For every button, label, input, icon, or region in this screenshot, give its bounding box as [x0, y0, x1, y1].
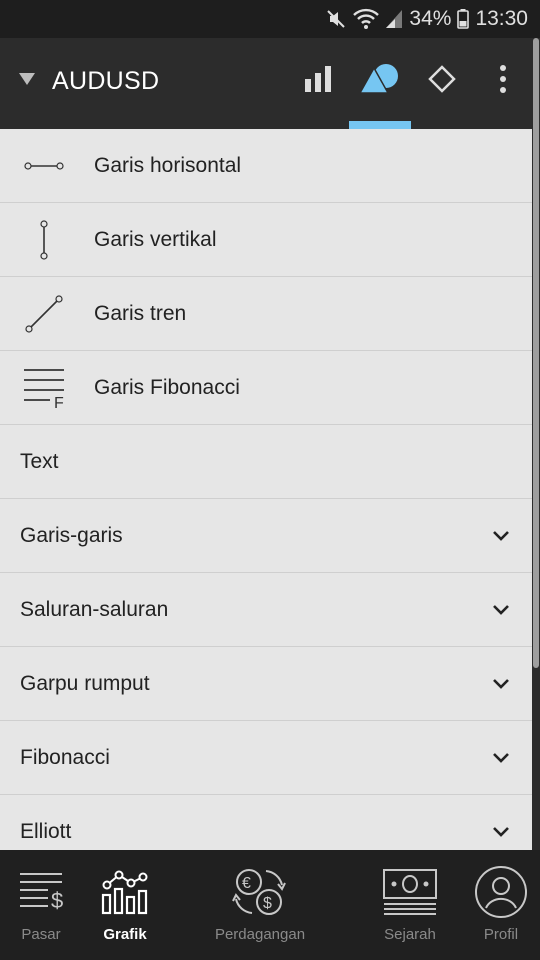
chevron-down-icon — [492, 499, 510, 573]
tool-label: Garis tren — [94, 301, 187, 325]
indicators-button[interactable] — [296, 38, 340, 124]
trade-exchange-icon: € $ — [232, 864, 288, 920]
nav-quotes[interactable]: $ Pasar — [10, 850, 72, 960]
section-label: Garis-garis — [20, 523, 123, 547]
section-label: Elliott — [20, 819, 72, 843]
nav-label: Perdagangan — [214, 926, 306, 943]
section-fibonacci[interactable]: Fibonacci — [0, 721, 532, 795]
horizontal-line-icon — [20, 129, 68, 203]
symbol-label: AUDUSD — [52, 66, 160, 95]
clock-time: 13:30 — [475, 7, 528, 30]
status-bar: 34% 13:30 — [0, 0, 540, 38]
section-lines[interactable]: Garis-garis — [0, 499, 532, 573]
text-item[interactable]: Text — [0, 425, 532, 499]
nav-label: Grafik — [103, 926, 147, 943]
diamond-icon — [428, 64, 456, 98]
svg-text:$: $ — [51, 888, 63, 913]
nav-label: Profil — [483, 926, 519, 943]
svg-text:$: $ — [263, 895, 272, 912]
battery-icon — [457, 9, 470, 29]
nav-label: Pasar — [21, 926, 61, 943]
bottom-navigation: $ Pasar Grafik € $ Perdagangan Sejarah Pr… — [0, 850, 540, 960]
shapes-icon — [358, 63, 401, 99]
text-label: Text — [20, 449, 59, 473]
quotes-icon: $ — [18, 864, 64, 920]
section-pitchfork[interactable]: Garpu rumput — [0, 647, 532, 721]
section-elliott[interactable]: Elliott — [0, 795, 532, 850]
chevron-down-icon — [492, 573, 510, 647]
section-label: Garpu rumput — [20, 671, 150, 695]
tool-vertical-line[interactable]: Garis vertikal — [0, 203, 532, 277]
more-vertical-icon — [499, 64, 507, 99]
tool-fibonacci-lines[interactable]: F Garis Fibonacci — [0, 351, 532, 425]
tool-horizontal-line[interactable]: Garis horisontal — [0, 129, 532, 203]
history-banknote-icon — [382, 864, 438, 920]
trade-objects-button[interactable] — [420, 38, 464, 124]
svg-text:F: F — [54, 395, 64, 410]
tool-label: Garis Fibonacci — [94, 375, 240, 399]
symbol-selector[interactable]: AUDUSD — [18, 38, 159, 124]
signal-icon — [385, 9, 403, 29]
section-label: Fibonacci — [20, 745, 110, 769]
section-label: Saluran-saluran — [20, 597, 169, 621]
profile-icon — [474, 864, 528, 920]
objects-tab[interactable] — [350, 38, 410, 124]
tool-label: Garis vertikal — [94, 227, 217, 251]
section-channels[interactable]: Saluran-saluran — [0, 573, 532, 647]
active-tab-indicator — [349, 121, 411, 129]
wifi-icon — [353, 8, 380, 30]
nav-chart[interactable]: Grafik — [94, 850, 156, 960]
chevron-down-icon — [492, 647, 510, 721]
bar-chart-icon — [304, 65, 332, 98]
mute-icon — [325, 8, 347, 30]
objects-list: Garis horisontal Garis vertikal Garis tr… — [0, 129, 532, 850]
nav-profile[interactable]: Profil — [472, 850, 530, 960]
trend-line-icon — [20, 277, 68, 351]
nav-history[interactable]: Sejarah — [374, 850, 446, 960]
chevron-down-icon — [492, 795, 510, 850]
more-menu-button[interactable] — [488, 38, 518, 124]
nav-trade[interactable]: € $ Perdagangan — [210, 850, 310, 960]
vertical-line-icon — [20, 203, 68, 277]
tool-label: Garis horisontal — [94, 153, 242, 177]
status-icons: 34% 13:30 — [325, 0, 528, 38]
battery-percent: 34% — [409, 7, 452, 30]
tool-trend-line[interactable]: Garis tren — [0, 277, 532, 351]
chart-toolbar: AUDUSD — [0, 38, 532, 129]
svg-text:€: € — [242, 875, 251, 892]
chevron-down-icon — [492, 721, 510, 795]
chart-icon — [101, 864, 149, 920]
scrollbar-thumb[interactable] — [533, 38, 539, 668]
caret-down-icon — [18, 72, 36, 91]
fibonacci-lines-icon: F — [20, 351, 68, 425]
nav-label: Sejarah — [384, 926, 436, 943]
